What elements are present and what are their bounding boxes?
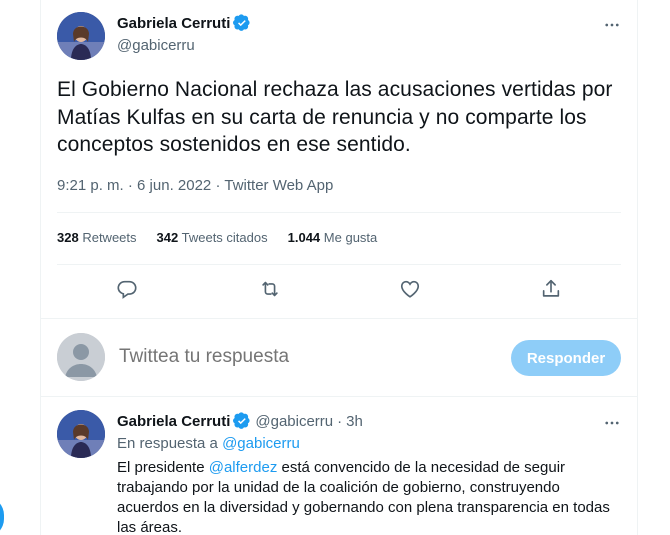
retweets-count: 328: [57, 230, 79, 245]
author-name-text[interactable]: Gabriela Cerruti: [117, 15, 230, 32]
verified-badge-icon: [233, 14, 251, 32]
reply-time[interactable]: 3h: [346, 413, 363, 430]
reply-text: El presidente @alferdez está convencido …: [117, 458, 617, 535]
tweet-text: El Gobierno Nacional rechaza las acusaci…: [57, 78, 613, 156]
reply-header: Gabriela Cerruti @gabicerru · 3h: [117, 412, 363, 430]
retweets-label: Retweets: [82, 230, 137, 245]
author-name[interactable]: Gabriela Cerruti: [117, 14, 251, 32]
reply-text-before: El presidente: [117, 459, 205, 476]
reply-author-avatar[interactable]: [57, 410, 105, 458]
quotes-count: 342: [156, 230, 179, 245]
tweet-stats: 328 Retweets 342 Tweets citados 1.044 Me…: [57, 230, 377, 245]
compose-fab-edge[interactable]: [0, 497, 4, 535]
reply-button[interactable]: Responder: [511, 340, 621, 376]
author-handle[interactable]: @gabicerru: [117, 37, 195, 54]
meta-separator: ·: [215, 177, 221, 194]
more-options-icon[interactable]: [601, 14, 623, 36]
tweet-source[interactable]: Twitter Web App: [224, 177, 333, 194]
divider: [41, 396, 637, 397]
reply-separator: ·: [337, 412, 343, 430]
divider: [41, 318, 637, 319]
author-avatar[interactable]: [57, 12, 105, 60]
likes-label: Me gusta: [323, 230, 378, 245]
retweet-icon[interactable]: [258, 277, 282, 301]
retweets-stat[interactable]: 328 Retweets: [57, 230, 137, 245]
tweet-actions: [41, 275, 639, 307]
reply-author-name[interactable]: Gabriela Cerruti: [117, 413, 230, 430]
reply-author-handle[interactable]: @gabicerru: [255, 413, 333, 430]
share-icon[interactable]: [539, 277, 563, 301]
tweet-meta: 9:21 p. m. · 6 jun. 2022 · Twitter Web A…: [57, 177, 333, 194]
in-reply-prefix: En respuesta a: [117, 435, 218, 452]
more-options-icon[interactable]: [601, 412, 623, 434]
reply-icon[interactable]: [115, 277, 139, 301]
quotes-label: Tweets citados: [181, 230, 268, 245]
divider: [57, 212, 621, 213]
tweet-date[interactable]: 6 jun. 2022: [137, 177, 211, 194]
default-avatar-icon: [57, 333, 105, 381]
verified-badge-icon: [233, 412, 251, 430]
divider: [57, 264, 621, 265]
in-reply-handle-link[interactable]: @gabicerru: [222, 435, 300, 452]
tweet-time[interactable]: 9:21 p. m.: [57, 177, 124, 194]
in-reply-to: En respuesta a @gabicerru: [117, 435, 300, 452]
reply-input[interactable]: [119, 346, 499, 368]
mention-link[interactable]: @alferdez: [209, 459, 278, 476]
likes-count: 1.044: [287, 230, 321, 245]
like-icon[interactable]: [398, 277, 422, 301]
likes-stat[interactable]: 1.044 Me gusta: [288, 230, 378, 245]
meta-separator: ·: [127, 177, 133, 194]
quotes-stat[interactable]: 342 Tweets citados: [157, 230, 268, 245]
tweet-column: Gabriela Cerruti @gabicerru El Gobierno …: [40, 0, 638, 535]
